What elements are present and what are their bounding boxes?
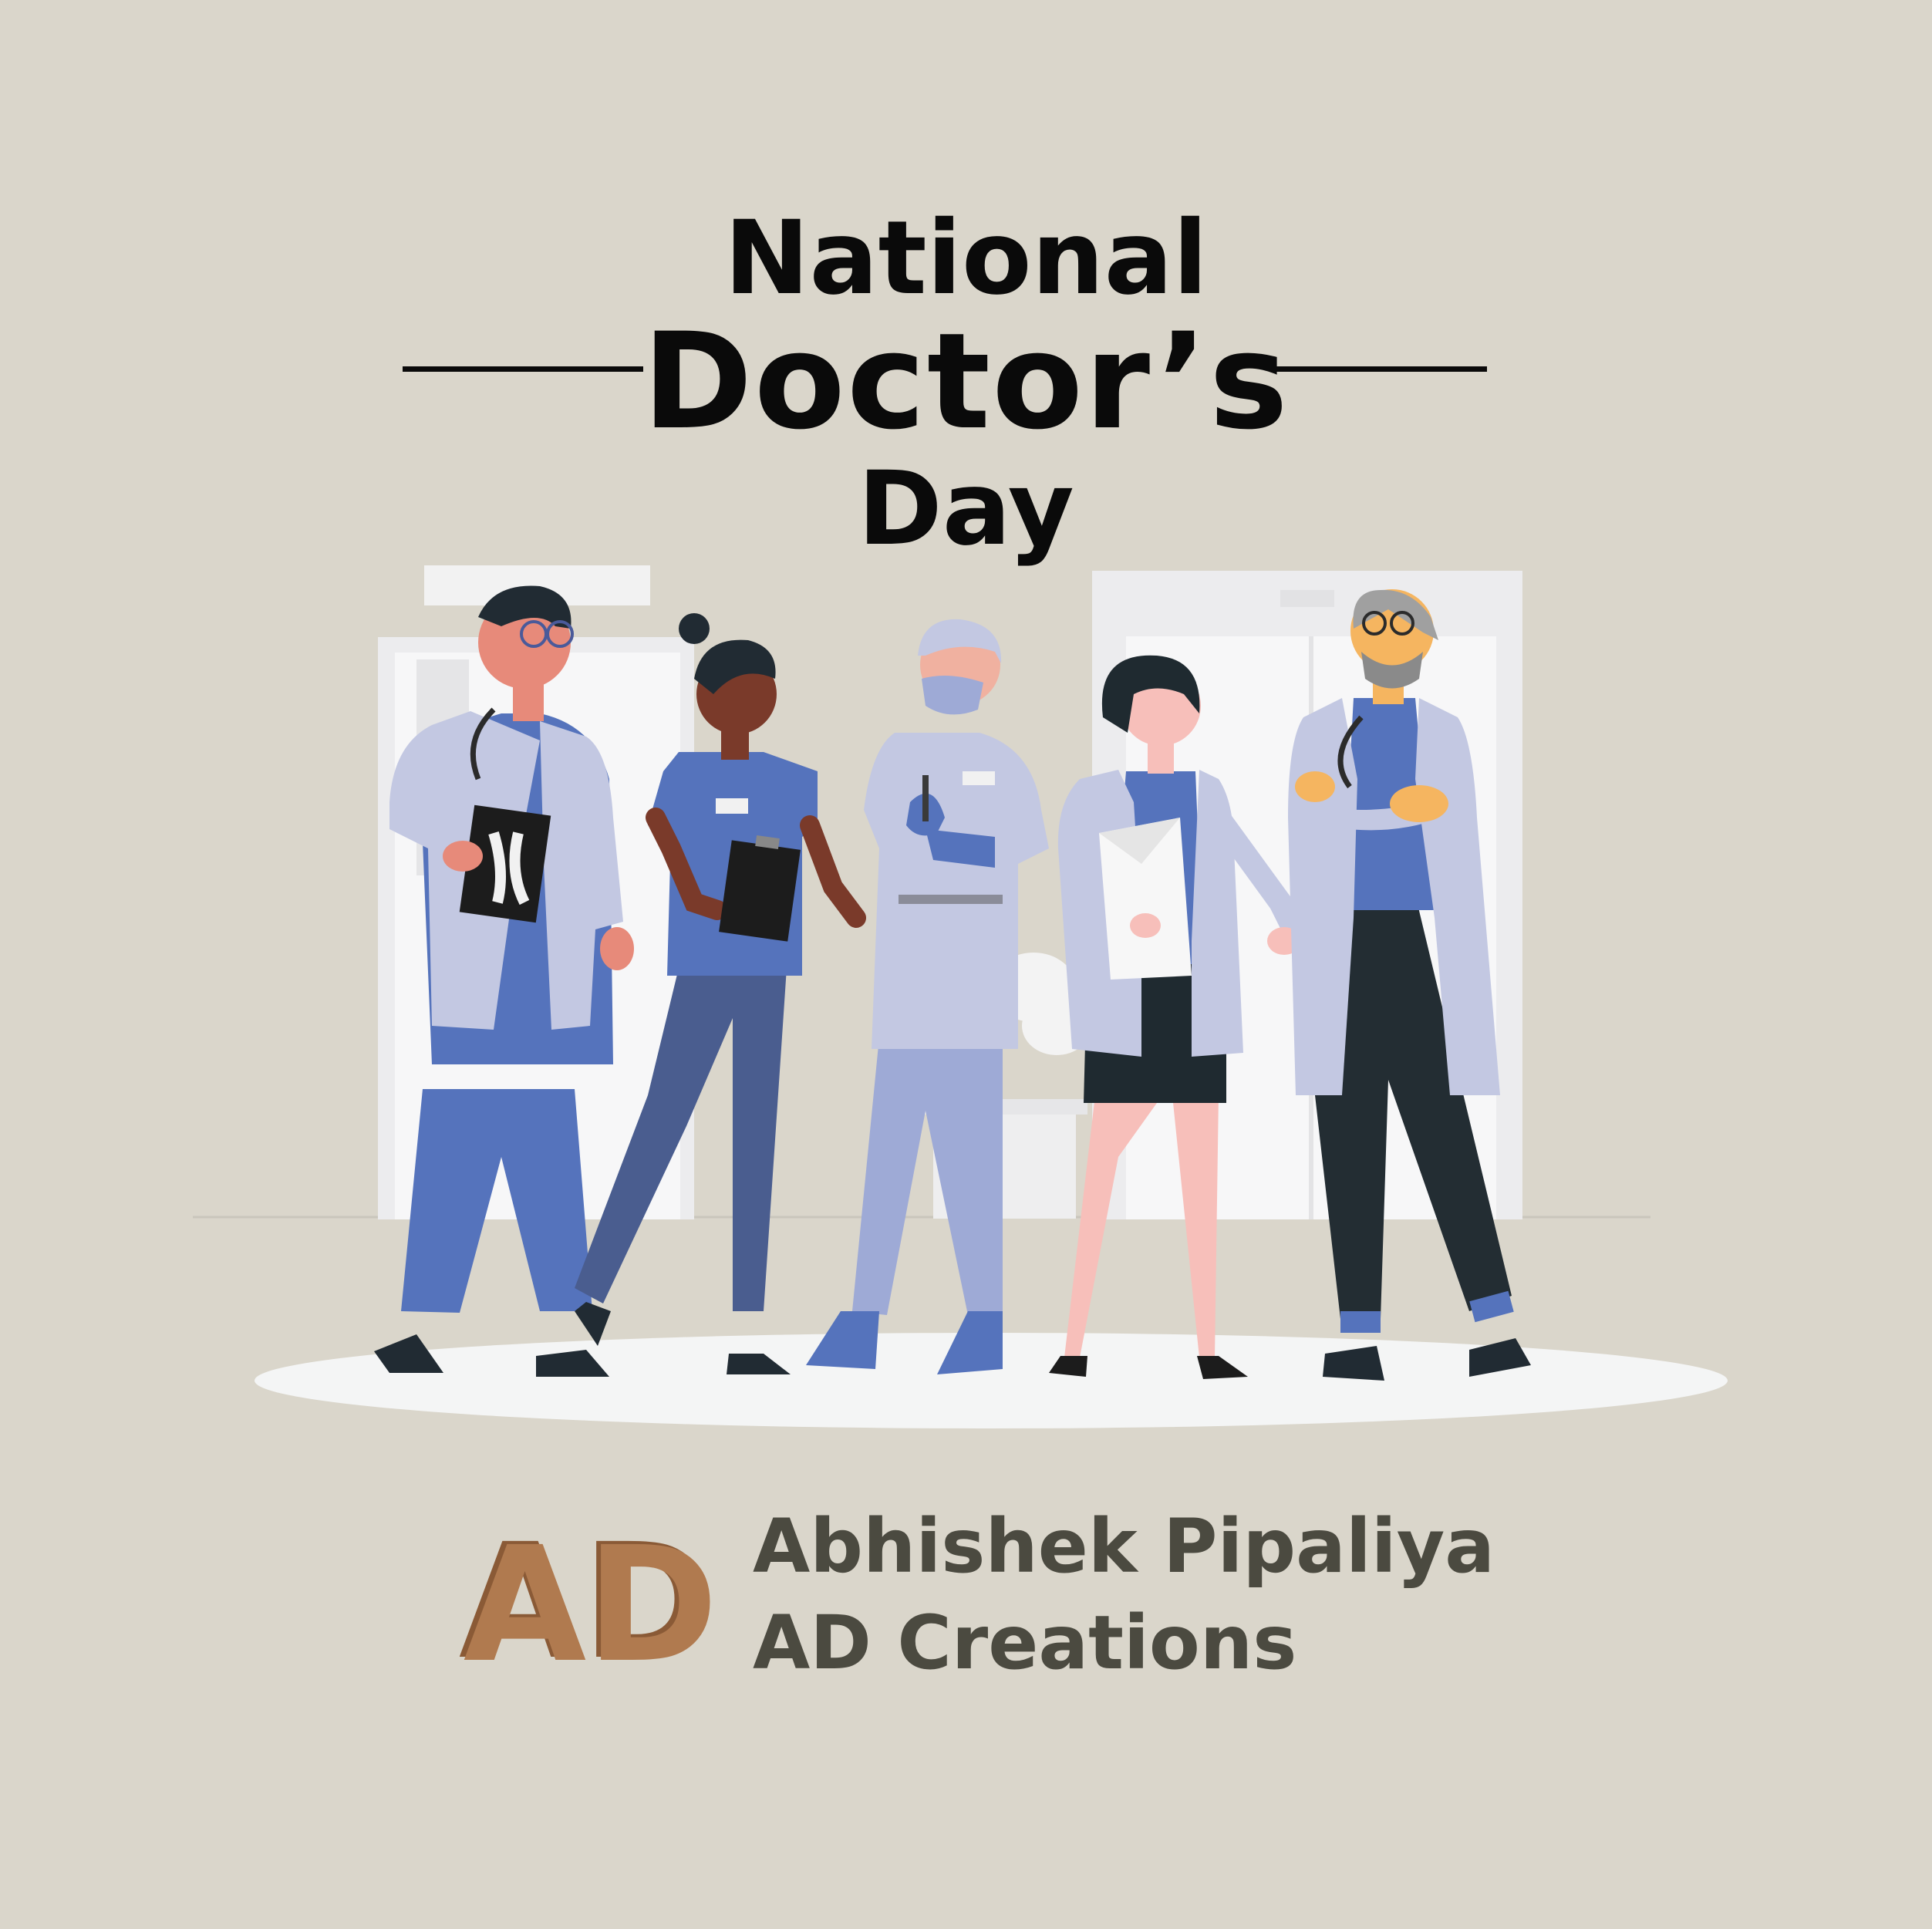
- doctors-illustration: [193, 565, 1728, 1428]
- ad-logo: AD AD: [460, 1521, 718, 1669]
- title-doctors: Doctor’s: [642, 304, 1290, 459]
- poster: National Doctor’s Day AD AD Abhishek Pip…: [0, 0, 1932, 1929]
- title-national: National: [724, 199, 1208, 318]
- brand-company: AD Creations: [753, 1600, 1297, 1686]
- ad-logo-text-front: AD: [464, 1521, 718, 1669]
- title-rule-right: [1271, 366, 1487, 372]
- brand-name: Abhishek Pipaliya: [753, 1503, 1495, 1590]
- surgeon-figure-mask: [806, 619, 1049, 1374]
